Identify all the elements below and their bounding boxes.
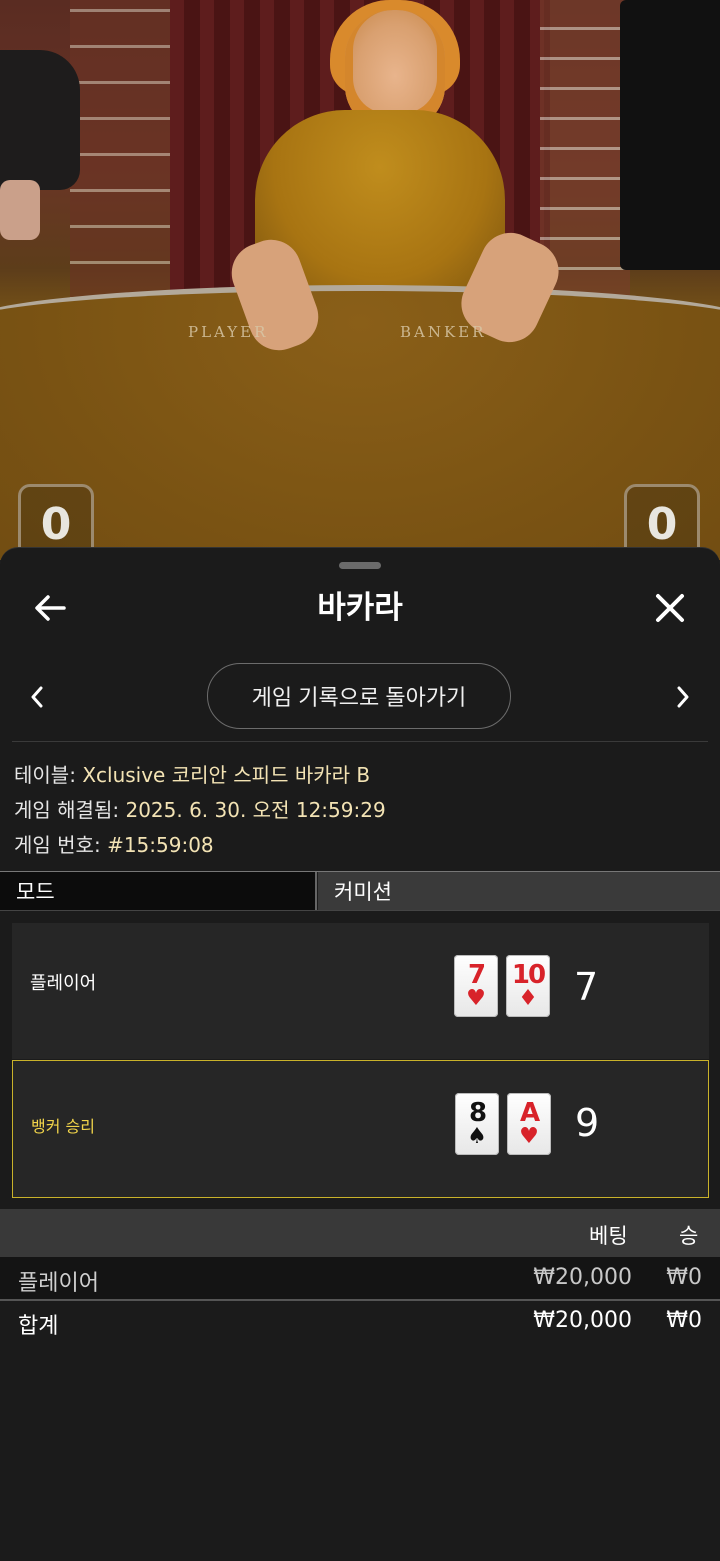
spade-icon: ♠ bbox=[467, 1124, 487, 1149]
mode-value: 커미션 bbox=[318, 872, 720, 910]
playing-card: 7 ♥ bbox=[454, 955, 498, 1017]
heart-icon: ♥ bbox=[519, 1124, 539, 1149]
resolved-label: 게임 해결됨: bbox=[14, 798, 120, 822]
heart-icon: ♥ bbox=[466, 986, 486, 1011]
diamond-icon: ♦ bbox=[518, 986, 538, 1011]
sheet-title: 바카라 bbox=[317, 590, 403, 626]
bet-column-header: 베팅 bbox=[589, 1224, 628, 1248]
baccarat-table bbox=[0, 285, 720, 560]
game-number-label: 게임 번호: bbox=[14, 833, 101, 857]
banker-hand-label: 뱅커 승리 bbox=[31, 1117, 95, 1136]
next-game-button[interactable] bbox=[668, 681, 698, 713]
close-icon bbox=[656, 594, 684, 622]
player-hand-total: 7 bbox=[574, 965, 599, 1009]
resolved-info: 게임 해결됨: 2025. 6. 30. 오전 12:59:29 bbox=[14, 794, 386, 823]
table-value: Xclusive 코리안 스피드 바카라 B bbox=[82, 763, 371, 787]
bet-table-header: 베팅 승 bbox=[0, 1209, 720, 1257]
table-row: 플레이어 ₩20,000 ₩0 bbox=[0, 1257, 720, 1301]
game-number-value: #15:59:08 bbox=[107, 833, 214, 857]
banker-cards: 8 ♠ A ♥ bbox=[455, 1093, 551, 1155]
table-info: 테이블: Xclusive 코리안 스피드 바카라 B bbox=[14, 759, 370, 788]
card-rank: 7 bbox=[467, 960, 486, 990]
divider bbox=[12, 741, 708, 742]
monitor bbox=[620, 0, 720, 270]
win-column-header: 승 bbox=[679, 1224, 699, 1248]
previous-game-button[interactable] bbox=[22, 681, 52, 713]
bet-row-win: ₩0 bbox=[666, 1265, 702, 1290]
bet-row-amount: ₩20,000 bbox=[533, 1265, 632, 1290]
game-navigation: 게임 기록으로 돌아가기 bbox=[0, 661, 720, 733]
game-detail-sheet: 바카라 게임 기록으로 돌아가기 테이블: Xclusive 코리안 스피드 바… bbox=[0, 547, 720, 1561]
playing-card: 8 ♠ bbox=[455, 1093, 499, 1155]
mode-row: 모드 커미션 bbox=[0, 871, 720, 911]
lattice-screen bbox=[70, 0, 180, 300]
playing-card: A ♥ bbox=[507, 1093, 551, 1155]
card-rank: 10 bbox=[511, 960, 546, 990]
sheet-grabber[interactable] bbox=[339, 562, 381, 569]
bet-row-label: 플레이어 bbox=[18, 1271, 99, 1296]
card-rank: A bbox=[519, 1098, 540, 1128]
total-bet: ₩20,000 bbox=[533, 1308, 632, 1333]
banker-hand: 뱅커 승리 8 ♠ A ♥ 9 bbox=[12, 1060, 709, 1198]
chevron-right-icon bbox=[677, 686, 689, 708]
back-to-history-button[interactable]: 게임 기록으로 돌아가기 bbox=[207, 663, 511, 729]
playing-card: 10 ♦ bbox=[506, 955, 550, 1017]
total-label: 합계 bbox=[18, 1314, 59, 1339]
table-label: 테이블: bbox=[14, 763, 76, 787]
player-cards: 7 ♥ 10 ♦ bbox=[454, 955, 550, 1017]
player-hand-label: 플레이어 bbox=[30, 973, 97, 994]
felt-player-text: PLAYER bbox=[188, 323, 269, 341]
resolved-value: 2025. 6. 30. 오전 12:59:29 bbox=[125, 798, 386, 822]
total-row: 합계 ₩20,000 ₩0 bbox=[0, 1300, 720, 1342]
chevron-left-icon bbox=[31, 686, 43, 708]
live-video: PLAYER BANKER 0 0 bbox=[0, 0, 720, 560]
felt-banker-text: BANKER bbox=[400, 323, 487, 341]
close-button[interactable] bbox=[648, 586, 692, 630]
total-win: ₩0 bbox=[666, 1308, 702, 1333]
game-number-info: 게임 번호: #15:59:08 bbox=[14, 829, 214, 858]
mode-label: 모드 bbox=[0, 872, 317, 910]
side-arm bbox=[0, 180, 40, 240]
player-hand: 플레이어 7 ♥ 10 ♦ 7 bbox=[12, 923, 709, 1059]
banker-hand-total: 9 bbox=[575, 1101, 600, 1145]
side-person bbox=[0, 50, 80, 190]
card-rank: 8 bbox=[468, 1098, 487, 1128]
